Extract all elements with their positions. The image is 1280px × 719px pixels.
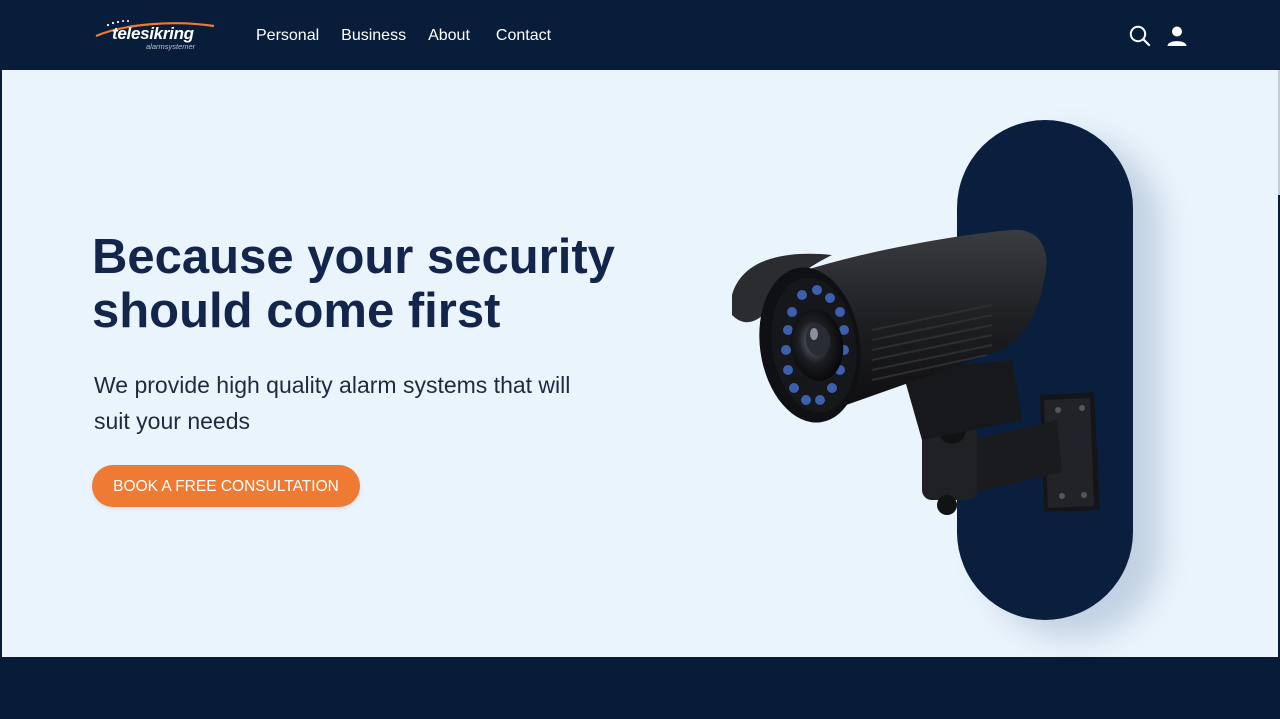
hero-headline: Because your security should come first [92, 230, 615, 338]
telesikring-logo[interactable]: telesikring alarmsystemer [94, 16, 224, 56]
security-camera-image [732, 229, 1100, 515]
nav-business[interactable]: Business [341, 27, 406, 45]
nav-about[interactable]: About [428, 27, 470, 45]
hero-subline: We provide high quality alarm systems th… [94, 372, 571, 434]
nav-personal[interactable]: Personal [256, 27, 319, 45]
account-button[interactable] [1166, 25, 1188, 47]
book-consultation-button[interactable]: BOOK A FREE CONSULTATION [92, 465, 360, 507]
hero-section: Because your security should come first … [2, 70, 1278, 657]
nav-contact[interactable]: Contact [496, 27, 551, 45]
footer-band [0, 657, 1280, 719]
user-icon [1167, 26, 1187, 46]
search-icon [1129, 25, 1151, 47]
search-button[interactable] [1129, 25, 1151, 47]
top-navigation-bar: telesikring alarmsystemer Personal Busin… [0, 0, 1280, 71]
main-nav: Personal Business About Contact [256, 27, 551, 45]
logo-wordmark: telesikring [112, 24, 194, 43]
logo-tagline: alarmsystemer [146, 42, 196, 51]
